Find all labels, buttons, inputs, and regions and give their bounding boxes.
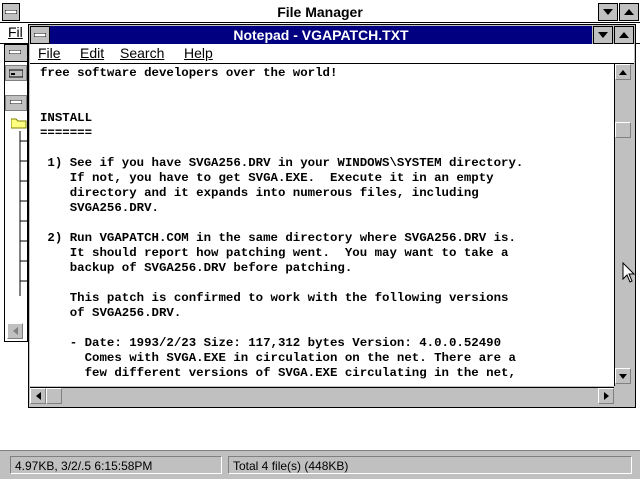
- file-manager-title: File Manager: [277, 4, 363, 20]
- menu-help[interactable]: Help: [184, 45, 213, 61]
- menu-edit[interactable]: Edit: [80, 45, 104, 61]
- fm-control-menu-button[interactable]: [2, 3, 20, 21]
- scroll-right-button[interactable]: [598, 388, 614, 404]
- control-menu-icon: [10, 100, 22, 104]
- arrow-down-icon: [619, 373, 627, 379]
- notepad-menu-bar: File Edit Search Help: [30, 44, 634, 64]
- menu-file-label: File: [38, 45, 61, 61]
- np-minimize-button[interactable]: [593, 26, 613, 44]
- notepad-title-bar[interactable]: Notepad - VGAPATCH.TXT: [50, 26, 592, 44]
- notepad-text-area[interactable]: free software developers over the world!…: [30, 64, 614, 386]
- control-menu-icon: [34, 33, 46, 37]
- notepad-title: Notepad - VGAPATCH.TXT: [233, 27, 409, 43]
- fm-minimize-button[interactable]: [598, 3, 618, 21]
- drive-bar[interactable]: [5, 65, 27, 81]
- control-menu-icon: [5, 10, 17, 14]
- status-total: Total 4 file(s) (448KB): [228, 456, 632, 474]
- control-menu-icon: [9, 50, 21, 54]
- menu-edit-label: Edit: [80, 45, 105, 61]
- scroll-corner: [614, 387, 632, 405]
- menu-search-label: Search: [120, 45, 165, 61]
- menu-file[interactable]: File: [38, 45, 61, 61]
- vertical-scrollbar[interactable]: [614, 64, 632, 386]
- status-selection: 4.97KB, 3/2/.5 6:15:58PM: [10, 456, 222, 474]
- arrow-up-icon: [624, 9, 634, 15]
- drive-icon: [9, 69, 23, 78]
- document-text: free software developers over the world!…: [40, 66, 524, 380]
- fm-menu-file[interactable]: Fil: [8, 24, 23, 40]
- arrow-up-icon: [619, 32, 629, 38]
- horizontal-scroll-thumb[interactable]: [46, 388, 62, 404]
- arrow-left-icon: [35, 392, 41, 400]
- menu-search[interactable]: Search: [120, 45, 164, 61]
- arrow-up-icon: [619, 69, 627, 75]
- fm-scroll-left-button[interactable]: [7, 323, 23, 339]
- horizontal-scrollbar[interactable]: [30, 387, 614, 405]
- scroll-left-button[interactable]: [30, 388, 46, 404]
- fm-child-title-bar[interactable]: [5, 45, 27, 62]
- fm-child-window: [4, 44, 28, 342]
- mouse-cursor-icon: [622, 262, 636, 283]
- np-maximize-button[interactable]: [614, 26, 634, 44]
- scroll-down-button[interactable]: [615, 368, 631, 384]
- fm-maximize-button[interactable]: [619, 3, 639, 21]
- menu-help-label: Help: [184, 45, 213, 61]
- dir-tree-header: [5, 95, 27, 111]
- scroll-up-button[interactable]: [615, 64, 631, 80]
- tree-lines: [19, 131, 27, 296]
- np-control-menu-button[interactable]: [30, 26, 50, 44]
- arrow-down-icon: [598, 32, 608, 38]
- vertical-scroll-thumb[interactable]: [615, 122, 631, 138]
- arrow-right-icon: [603, 392, 609, 400]
- arrow-left-icon: [12, 327, 18, 335]
- file-manager-title-bar[interactable]: File Manager: [0, 2, 640, 23]
- folder-icon[interactable]: [11, 117, 27, 129]
- arrow-down-icon: [603, 9, 613, 15]
- status-bar: 4.97KB, 3/2/.5 6:15:58PM Total 4 file(s)…: [0, 450, 640, 479]
